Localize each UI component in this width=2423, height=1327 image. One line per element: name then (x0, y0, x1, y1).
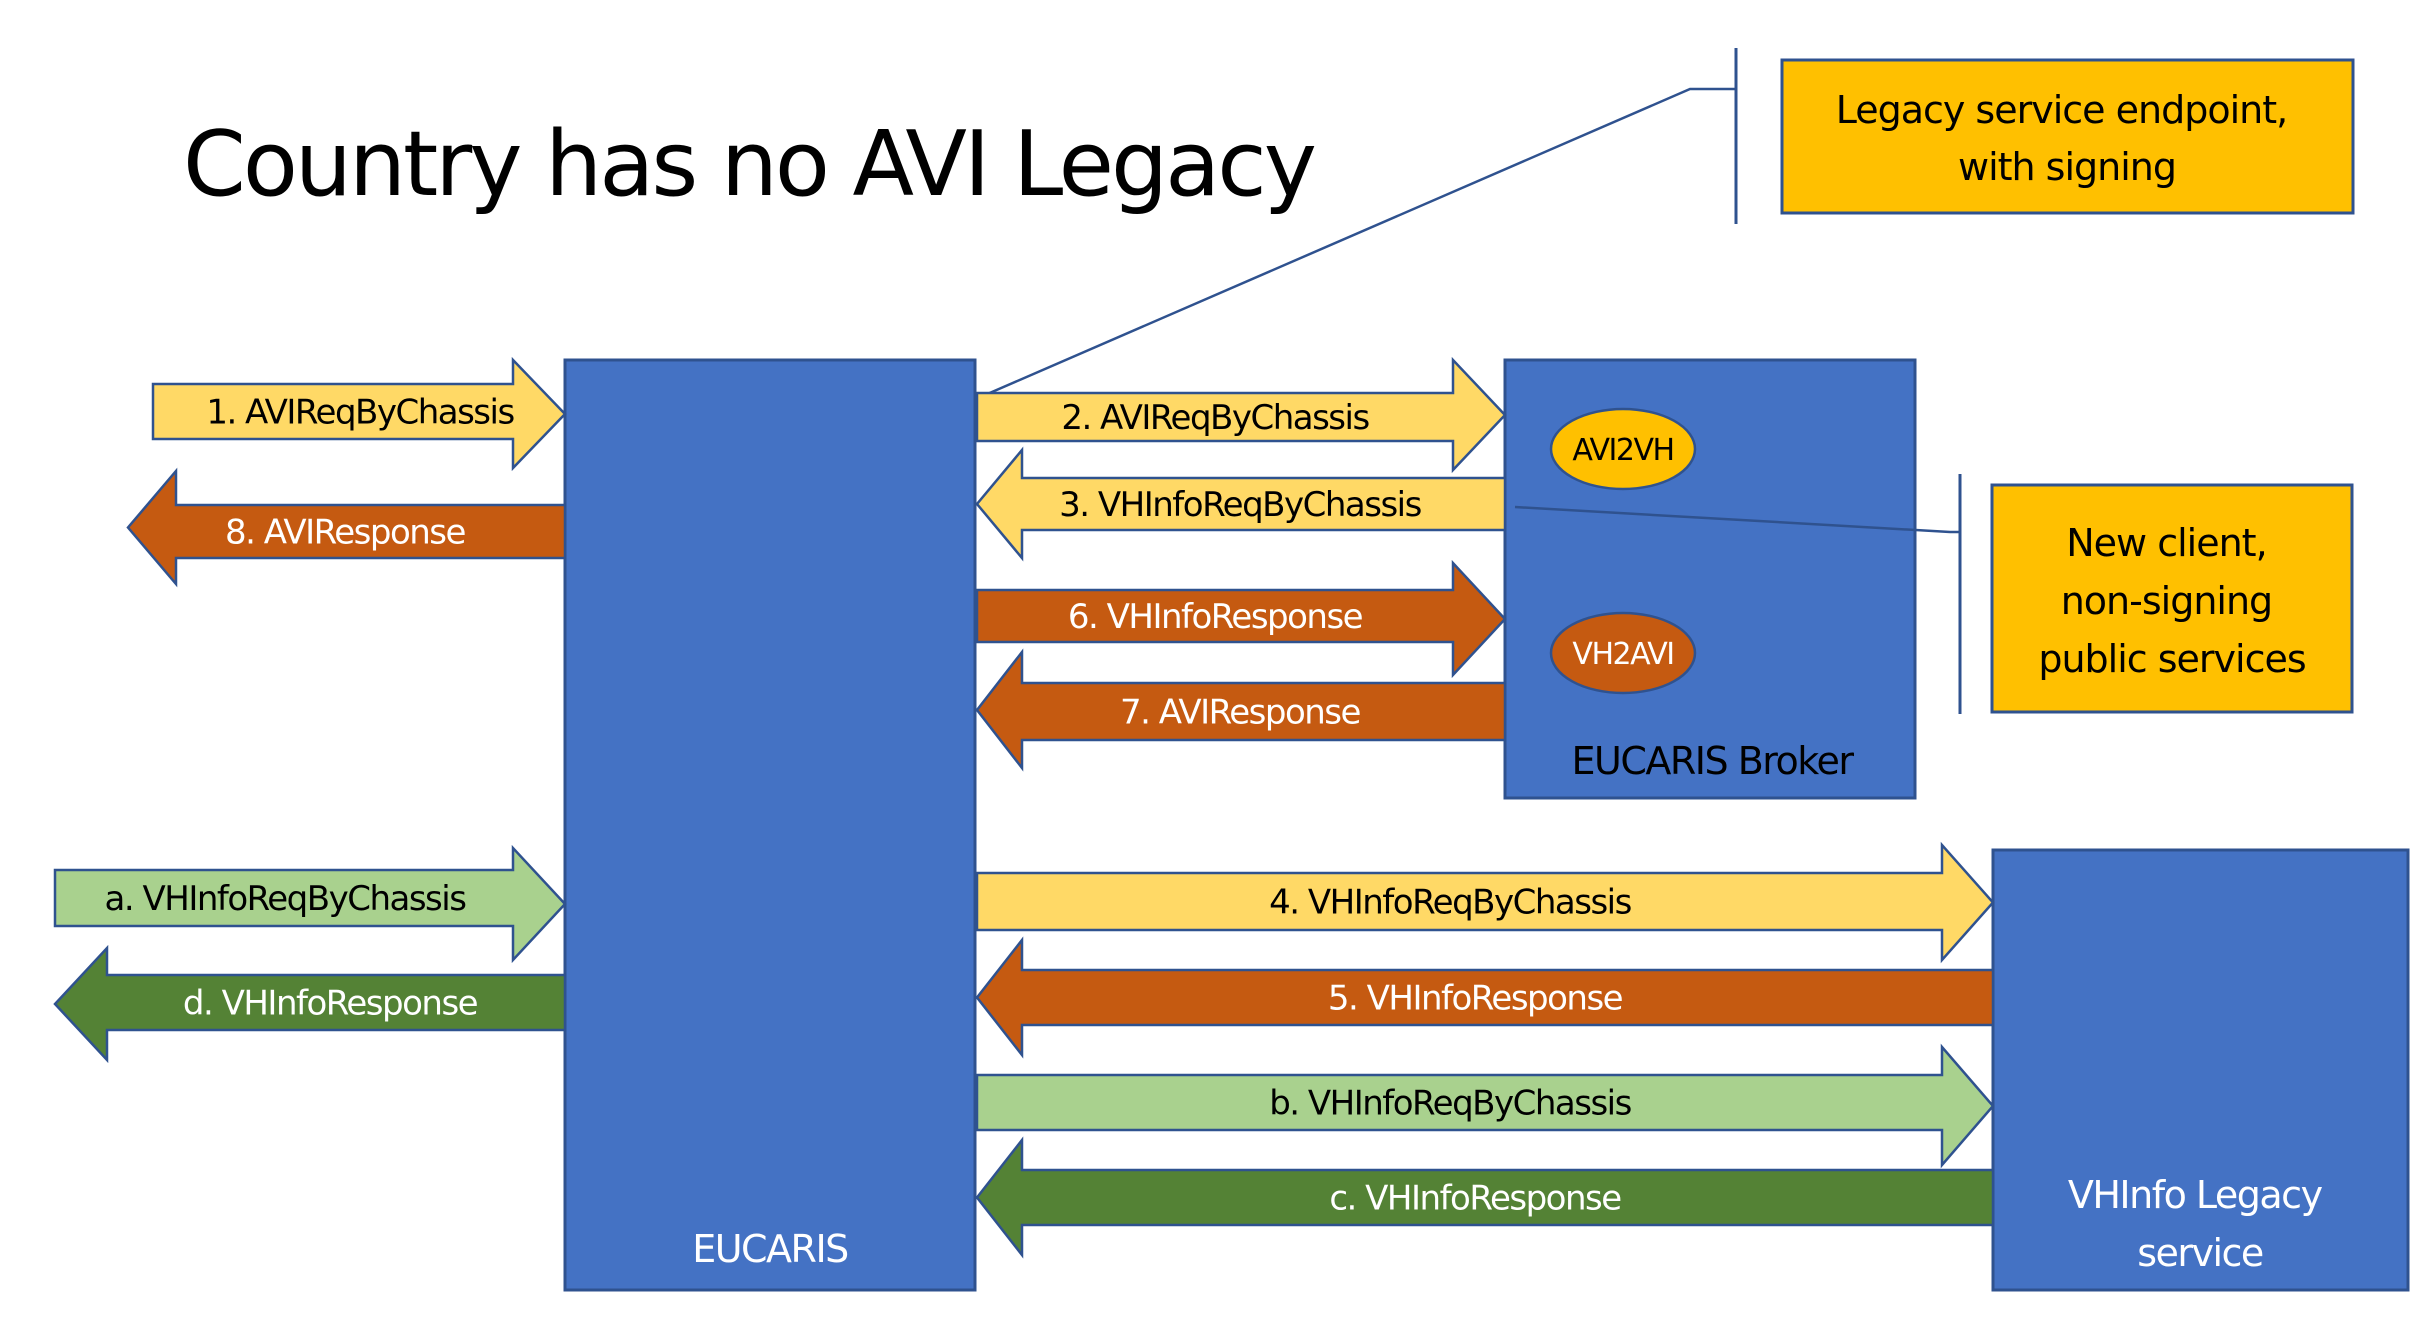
arrow-7[interactable]: 7. AVIResponse (975, 648, 1507, 772)
vhinfo-legacy-box[interactable] (1991, 848, 2410, 1292)
arrow-d[interactable]: d. VHInfoResponse (53, 944, 567, 1064)
arrow-label: c. VHInfoResponse (1329, 1179, 1621, 1219)
vh2avi-label: VH2AVI (1572, 637, 1673, 672)
arrow-2[interactable]: 2. AVIReqByChassis (975, 356, 1507, 474)
callout-legacy-connector (961, 48, 1738, 407)
arrow-3[interactable]: 3. VHInfoReqByChassis (975, 446, 1507, 562)
callout-new-client-text: New client, non-signing public services (2038, 521, 2305, 681)
arrow-label: a. VHInfoReqByChassis (105, 879, 467, 919)
arrow-a[interactable]: a. VHInfoReqByChassis (53, 844, 567, 964)
callout-new-client-line1: New client, (2066, 521, 2266, 565)
arrow-4[interactable]: 4. VHInfoReqByChassis (975, 841, 1995, 964)
arrow-label: 2. AVIReqByChassis (1061, 398, 1369, 438)
arrow-label: b. VHInfoReqByChassis (1269, 1084, 1631, 1124)
callout-new-client-line2: non-signing (2061, 579, 2272, 623)
arrow-6[interactable]: 6. VHInfoResponse (975, 559, 1507, 679)
callout-new-client-line3: public services (2038, 637, 2305, 681)
broker-label: EUCARIS Broker (1572, 739, 1855, 783)
arrow-5[interactable]: 5. VHInfoResponse (975, 936, 1995, 1059)
arrow-b[interactable]: b. VHInfoReqByChassis (975, 1043, 1995, 1169)
callout-legacy-endpoint (1780, 58, 2355, 215)
arrow-c[interactable]: c. VHInfoResponse (975, 1136, 1995, 1259)
vhinfo-legacy-label-line1: VHInfo Legacy (2068, 1173, 2323, 1217)
avi2vh-label: AVI2VH (1572, 433, 1673, 468)
arrow-1[interactable]: 1. AVIReqByChassis (151, 356, 567, 472)
arrow-label: 5. VHInfoResponse (1328, 979, 1623, 1019)
callout-legacy-line1: Legacy service endpoint, (1836, 88, 2288, 132)
arrow-label: 4. VHInfoReqByChassis (1269, 883, 1631, 923)
arrow-label: 8. AVIResponse (225, 513, 465, 553)
vhinfo-legacy-label-line2: service (2137, 1231, 2263, 1275)
callout-legacy-line2: with signing (1958, 145, 2176, 189)
arrow-label: 7. AVIResponse (1120, 693, 1360, 733)
arrow-8[interactable]: 8. AVIResponse (126, 467, 567, 588)
arrow-label: 6. VHInfoResponse (1068, 597, 1363, 637)
arrow-label: d. VHInfoResponse (183, 984, 478, 1024)
page-title: Country has no AVI Legacy (183, 112, 1315, 217)
eucaris-box[interactable] (563, 358, 977, 1292)
arrow-label: 3. VHInfoReqByChassis (1059, 485, 1421, 525)
flow-diagram: Country has no AVI Legacy EUCARIS EUCARI… (53, 48, 2410, 1292)
eucaris-label: EUCARIS (692, 1227, 848, 1271)
arrow-label: 1. AVIReqByChassis (206, 393, 514, 433)
